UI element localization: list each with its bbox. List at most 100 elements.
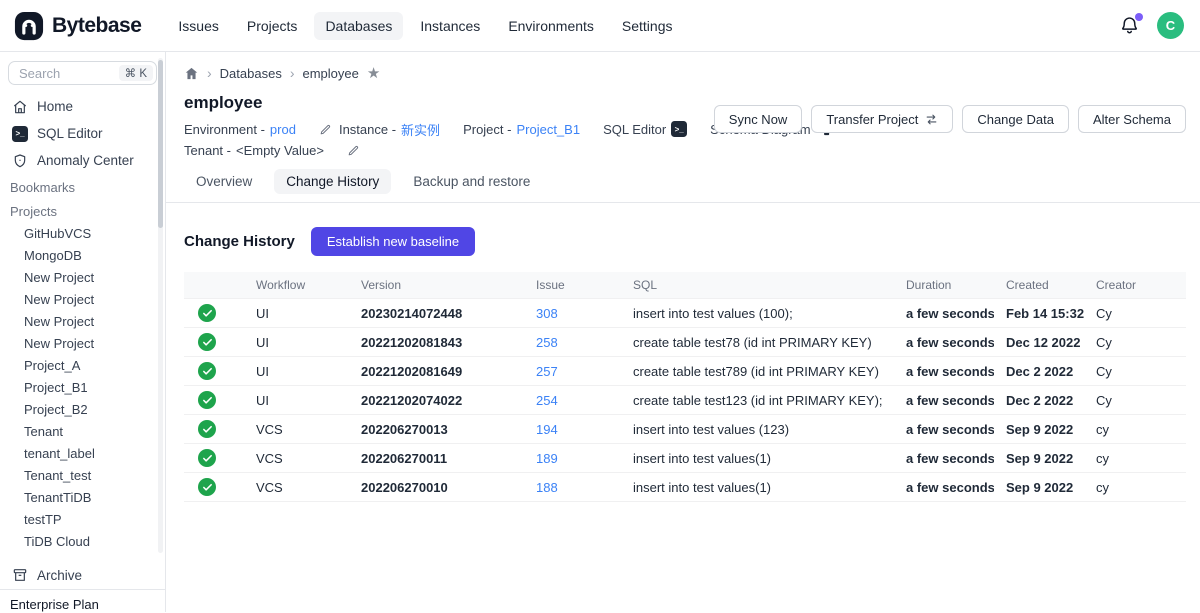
issue-link[interactable]: 189 xyxy=(536,451,558,466)
cell-workflow: UI xyxy=(244,386,349,415)
cell-duration: a few seconds xyxy=(894,444,994,473)
bytebase-logo[interactable]: Bytebase xyxy=(14,11,141,41)
sql-editor-link[interactable]: SQL Editor >_ xyxy=(603,121,687,137)
establish-baseline-button[interactable]: Establish new baseline xyxy=(311,227,475,256)
table-row[interactable]: UI20221202081843258create table test78 (… xyxy=(184,328,1186,357)
change-data-button[interactable]: Change Data xyxy=(962,105,1069,133)
cell-workflow: UI xyxy=(244,328,349,357)
cell-created: Dec 2 2022 xyxy=(994,357,1084,386)
tenant-label: Tenant - xyxy=(184,143,231,158)
cell-sql: insert into test values(1) xyxy=(621,473,894,502)
issue-link[interactable]: 308 xyxy=(536,306,558,321)
table-row[interactable]: VCS202206270013194insert into test value… xyxy=(184,415,1186,444)
sidebar-project-githubvcs-0[interactable]: GitHubVCS xyxy=(8,222,157,244)
sidebar-project-project-b1-7[interactable]: Project_B1 xyxy=(8,376,157,398)
edit-pencil-icon[interactable] xyxy=(347,144,360,157)
sidebar-item-sql-editor[interactable]: >_ SQL Editor xyxy=(8,120,157,147)
cell-workflow: VCS xyxy=(244,473,349,502)
sidebar-project-tenant-test-11[interactable]: Tenant_test xyxy=(8,464,157,486)
success-check-icon xyxy=(198,391,216,409)
table-row[interactable]: UI20221202081649257create table test789 … xyxy=(184,357,1186,386)
cell-version: 20230214072448 xyxy=(349,299,524,328)
section-title: Change History xyxy=(184,233,295,250)
breadcrumb-separator: › xyxy=(290,65,295,81)
notification-dot xyxy=(1135,13,1143,21)
sidebar-item-home[interactable]: Home xyxy=(8,93,157,120)
nav-item-instances[interactable]: Instances xyxy=(409,12,491,40)
primary-nav: IssuesProjectsDatabasesInstancesEnvironm… xyxy=(167,12,683,40)
sidebar-project-testtp-13[interactable]: testTP xyxy=(8,508,157,530)
instance-label: Instance - xyxy=(339,122,396,137)
sidebar-project-new-project-4[interactable]: New Project xyxy=(8,310,157,332)
instance-link[interactable]: 新实例 xyxy=(401,120,440,139)
table-row[interactable]: UI20221202074022254create table test123 … xyxy=(184,386,1186,415)
meta-environment: Environment - prod xyxy=(184,122,296,137)
breadcrumb-home-icon[interactable] xyxy=(184,66,199,81)
sidebar-project-tenant-9[interactable]: Tenant xyxy=(8,420,157,442)
table-row[interactable]: VCS202206270011189insert into test value… xyxy=(184,444,1186,473)
cell-version: 20221202074022 xyxy=(349,386,524,415)
sidebar-project-new-project-5[interactable]: New Project xyxy=(8,332,157,354)
issue-link[interactable]: 258 xyxy=(536,335,558,350)
cell-sql: insert into test values(1) xyxy=(621,444,894,473)
table-row[interactable]: VCS202206270010188insert into test value… xyxy=(184,473,1186,502)
plan-label: Enterprise Plan xyxy=(0,589,165,612)
sidebar-project-tidb-cloud-14[interactable]: TiDB Cloud xyxy=(8,530,157,552)
nav-item-databases[interactable]: Databases xyxy=(314,12,403,40)
nav-item-projects[interactable]: Projects xyxy=(236,12,309,40)
cell-created: Feb 14 15:32 xyxy=(994,299,1084,328)
issue-link[interactable]: 194 xyxy=(536,422,558,437)
brand-name: Bytebase xyxy=(52,14,141,38)
sidebar-project-new-project-2[interactable]: New Project xyxy=(8,266,157,288)
cell-status xyxy=(184,415,244,444)
nav-item-settings[interactable]: Settings xyxy=(611,12,684,40)
breadcrumb: › Databases › employee ★ xyxy=(184,65,1186,81)
cell-workflow: UI xyxy=(244,299,349,328)
sidebar-item-anomaly-center[interactable]: Anomaly Center xyxy=(8,147,157,174)
issue-link[interactable]: 188 xyxy=(536,480,558,495)
cell-status xyxy=(184,444,244,473)
favorite-star-icon[interactable]: ★ xyxy=(367,66,380,81)
cell-created: Sep 9 2022 xyxy=(994,444,1084,473)
search-input[interactable]: Search ⌘ K xyxy=(8,61,157,85)
notification-bell-icon[interactable] xyxy=(1119,15,1141,37)
sync-now-button[interactable]: Sync Now xyxy=(714,105,803,133)
sidebar-project-project-b2-8[interactable]: Project_B2 xyxy=(8,398,157,420)
table-row[interactable]: UI20230214072448308insert into test valu… xyxy=(184,299,1186,328)
issue-link[interactable]: 257 xyxy=(536,364,558,379)
edit-pencil-icon[interactable] xyxy=(319,123,332,136)
tab-change-history[interactable]: Change History xyxy=(274,169,391,194)
nav-item-environments[interactable]: Environments xyxy=(497,12,605,40)
sidebar-project-project-a-6[interactable]: Project_A xyxy=(8,354,157,376)
cell-creator: cy xyxy=(1084,415,1186,444)
terminal-icon: >_ xyxy=(12,126,28,142)
alter-schema-button[interactable]: Alter Schema xyxy=(1078,105,1186,133)
cell-issue: 258 xyxy=(524,328,621,357)
bytebase-logo-icon xyxy=(14,11,44,41)
cell-creator: Cy xyxy=(1084,357,1186,386)
user-avatar[interactable]: C xyxy=(1157,12,1184,39)
sidebar-project-new-project-3[interactable]: New Project xyxy=(8,288,157,310)
tab-overview[interactable]: Overview xyxy=(184,169,264,194)
sidebar-scrollbar-thumb[interactable] xyxy=(158,60,163,228)
col-header-version: Version xyxy=(349,272,524,299)
cell-status xyxy=(184,473,244,502)
tab-backup-and-restore[interactable]: Backup and restore xyxy=(401,169,542,194)
project-link[interactable]: Project_B1 xyxy=(516,122,580,137)
sidebar-project-tenant-label-10[interactable]: tenant_label xyxy=(8,442,157,464)
nav-item-issues[interactable]: Issues xyxy=(167,12,229,40)
breadcrumb-employee[interactable]: employee xyxy=(303,66,359,81)
cell-creator: cy xyxy=(1084,473,1186,502)
sidebar-project-tenanttidb-12[interactable]: TenantTiDB xyxy=(8,486,157,508)
cell-created: Dec 2 2022 xyxy=(994,386,1084,415)
environment-link[interactable]: prod xyxy=(270,122,296,137)
cell-status xyxy=(184,299,244,328)
success-check-icon xyxy=(198,333,216,351)
sidebar-project-mongodb-1[interactable]: MongoDB xyxy=(8,244,157,266)
transfer-project-button[interactable]: Transfer Project xyxy=(811,105,953,133)
issue-link[interactable]: 254 xyxy=(536,393,558,408)
breadcrumb-separator: › xyxy=(207,65,212,81)
success-check-icon xyxy=(198,420,216,438)
breadcrumb-databases[interactable]: Databases xyxy=(220,66,282,81)
sidebar-item-archive[interactable]: Archive xyxy=(8,562,157,588)
